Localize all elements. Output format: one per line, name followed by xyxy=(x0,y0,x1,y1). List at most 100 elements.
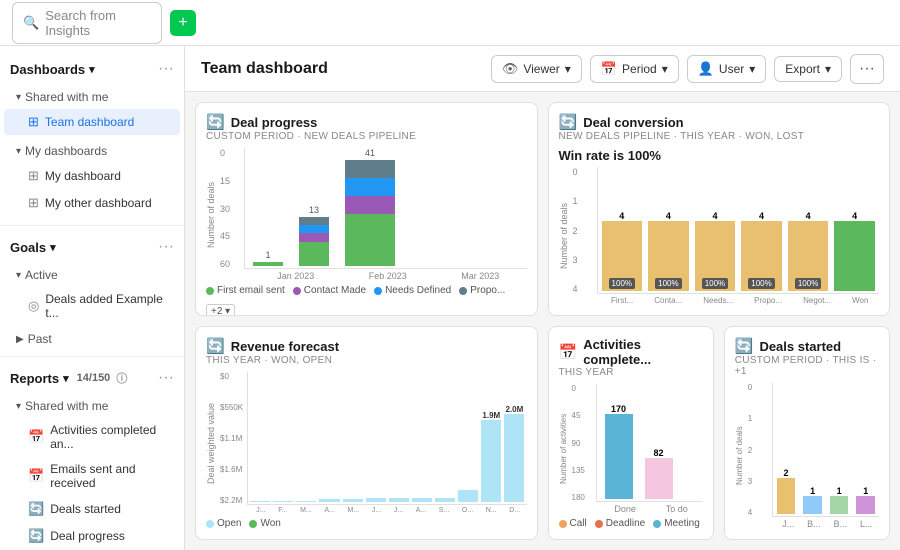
deal-conversion-header: 🔄 Deal conversion NEW DEALS PIPELINE · T… xyxy=(559,113,880,146)
goal-icon: ◎ xyxy=(28,298,39,314)
chevron-down-icon: ▾ xyxy=(825,62,831,76)
deals-started-icon: 🔄 xyxy=(735,337,754,355)
eye-icon: 👁 xyxy=(502,61,519,77)
legend-meeting: Meeting xyxy=(653,518,700,529)
legend-propo: Propo... xyxy=(459,285,505,296)
chevron-right-icon: ▶ xyxy=(16,334,24,345)
bottom-right-cards: 📅 Activities complete... THIS YEAR Numbe… xyxy=(548,326,891,540)
revenue-chart-row: $2.2M $1.6M $1.1M $550K $0 xyxy=(220,372,527,505)
sidebar-divider-1 xyxy=(0,225,184,226)
deals-started-title: Deals started xyxy=(759,339,841,354)
bar-feb: 13 xyxy=(299,205,329,266)
shared-with-me-label[interactable]: ▾ Shared with me xyxy=(0,86,184,108)
activities-header: 📅 Activities complete... THIS YEAR xyxy=(559,337,703,382)
content-area: Team dashboard 👁 Viewer ▾ 📅 Period ▾ 👤 U… xyxy=(185,46,900,550)
content-header: Team dashboard 👁 Viewer ▾ 📅 Period ▾ 👤 U… xyxy=(185,46,900,92)
deals-started-subtitle: CUSTOM PERIOD · THIS IS · +1 xyxy=(735,355,879,377)
deals-started-chart-row: 4 3 2 1 0 2 xyxy=(748,383,879,517)
page-title: Team dashboard xyxy=(201,60,328,78)
past-label[interactable]: ▶ Past xyxy=(0,328,184,350)
bar-mar: 41 xyxy=(345,148,395,266)
info-icon: ⓘ xyxy=(116,370,127,386)
chevron-down-icon: ▾ xyxy=(16,270,21,281)
shared-with-me-reports-label[interactable]: ▾ Shared with me xyxy=(0,395,184,417)
search-input-label: Search from Insights xyxy=(45,8,151,38)
sidebar-item-report-0[interactable]: 📅Activities completed an... xyxy=(4,418,180,456)
sidebar-item-deals-added[interactable]: ◎ Deals added Example t... xyxy=(4,287,180,325)
sidebar-item-my-other-dashboard[interactable]: ⊞ My other dashboard xyxy=(4,190,180,216)
chevron-down-icon: ▾ xyxy=(565,62,571,76)
activities-card: 📅 Activities complete... THIS YEAR Numbe… xyxy=(548,326,714,540)
activities-y-axis: 180 135 90 45 0 xyxy=(572,384,596,502)
deal-progress-icon: 🔄 xyxy=(206,113,225,131)
goals-section-header[interactable]: Goals ▾ ··· xyxy=(0,232,184,262)
revenue-forecast-icon: 🔄 xyxy=(206,337,225,355)
add-button[interactable]: + xyxy=(170,10,196,36)
deals-started-x-axis: J... B... B... L... xyxy=(748,519,879,529)
report-icon: 📅 xyxy=(28,429,44,445)
main-layout: Dashboards ▾ ··· ▾ Shared with me ⊞ Team… xyxy=(0,46,900,550)
reports-title: Reports ▾ 14/150 ⓘ xyxy=(10,370,127,386)
deal-conversion-icon: 🔄 xyxy=(559,113,578,131)
conv-bar-3: 4 100% xyxy=(695,211,736,291)
ds-bar-l: 1 xyxy=(856,486,875,514)
export-button[interactable]: Export ▾ xyxy=(774,56,842,82)
more-options-button[interactable]: ··· xyxy=(850,54,884,84)
period-button[interactable]: 📅 Period ▾ xyxy=(590,55,679,83)
report-icon: 📅 xyxy=(28,468,44,484)
sidebar-item-team-dashboard[interactable]: ⊞ Team dashboard xyxy=(4,109,180,135)
legend-call: Call xyxy=(559,518,587,529)
revenue-forecast-title: Revenue forecast xyxy=(231,339,339,354)
deal-conversion-card: 🔄 Deal conversion NEW DEALS PIPELINE · T… xyxy=(548,102,891,316)
activities-icon: 📅 xyxy=(559,343,578,361)
legend-contact-made: Contact Made xyxy=(293,285,366,296)
user-button[interactable]: 👤 User ▾ xyxy=(687,55,767,83)
reports-menu-icon[interactable]: ··· xyxy=(158,369,174,387)
shared-with-me-group: ▾ Shared with me ⊞ Team dashboard xyxy=(0,84,184,138)
deal-progress-body: Number of deals 60 45 30 15 0 xyxy=(206,148,527,316)
sidebar-item-report-1[interactable]: 📅Emails sent and received xyxy=(4,457,180,495)
revenue-bar-n: 1.9M xyxy=(481,411,501,502)
legend-open: Open xyxy=(206,518,241,529)
deal-progress-card: 🔄 Deal progress CUSTOM PERIOD · NEW DEAL… xyxy=(195,102,538,316)
viewer-button[interactable]: 👁 Viewer ▾ xyxy=(491,55,582,83)
bar-todo: 82 xyxy=(645,448,673,499)
deal-progress-chart: 60 45 30 15 0 1 xyxy=(220,148,527,269)
search-box[interactable]: 🔍 Search from Insights xyxy=(12,2,162,44)
dashboard-grid: 🔄 Deal progress CUSTOM PERIOD · NEW DEAL… xyxy=(185,92,900,550)
dashboards-menu-icon[interactable]: ··· xyxy=(158,60,174,78)
activities-chart-row: 180 135 90 45 0 170 xyxy=(572,384,703,502)
revenue-bars: 1.9M 2.0M xyxy=(247,372,526,505)
active-label[interactable]: ▾ Active xyxy=(0,264,184,286)
report-icon: 🔄 xyxy=(28,528,44,544)
reports-section-header[interactable]: Reports ▾ 14/150 ⓘ ··· xyxy=(0,363,184,393)
bar-done: 170 xyxy=(605,404,633,499)
deals-started-header: 🔄 Deals started CUSTOM PERIOD · THIS IS … xyxy=(735,337,879,381)
legend-first-email: First email sent xyxy=(206,285,285,296)
legend-needs-defined: Needs Defined xyxy=(374,285,451,296)
calendar-icon: 📅 xyxy=(601,61,617,77)
user-icon: 👤 xyxy=(698,61,714,77)
activities-bars: 170 82 xyxy=(596,384,703,502)
ds-bar-b1: 1 xyxy=(803,486,822,514)
ds-bar-j: 2 xyxy=(777,468,796,514)
ds-bar-b2: 1 xyxy=(830,486,849,514)
revenue-bar-d: 2.0M xyxy=(504,405,524,502)
my-dashboards-label[interactable]: ▾ My dashboards xyxy=(0,140,184,162)
revenue-legend: Open Won xyxy=(206,518,527,529)
sidebar-item-report-2[interactable]: 🔄Deals started xyxy=(4,496,180,522)
report-icon: 🔄 xyxy=(28,501,44,517)
chevron-down-icon: ▾ xyxy=(16,401,21,412)
dashboards-section-header[interactable]: Dashboards ▾ ··· xyxy=(0,54,184,84)
deal-conversion-body: Win rate is 100% Number of deals 4 3 2 1… xyxy=(559,148,880,305)
deal-conversion-bars: 4 100% 4 100% xyxy=(597,167,880,294)
revenue-y-label: Deal weighted value xyxy=(206,372,216,514)
sidebar-item-report-3[interactable]: 🔄Deal progress xyxy=(4,523,180,549)
deal-progress-y-label: Number of deals xyxy=(206,148,216,281)
revenue-forecast-card: 🔄 Revenue forecast THIS YEAR · WON, OPEN… xyxy=(195,326,538,540)
sidebar-item-my-dashboard[interactable]: ⊞ My dashboard xyxy=(4,163,180,189)
goals-menu-icon[interactable]: ··· xyxy=(158,238,174,256)
deals-started-card: 🔄 Deals started CUSTOM PERIOD · THIS IS … xyxy=(724,326,890,540)
legend-more-button[interactable]: +2 ▾ xyxy=(206,304,235,316)
dashboard-icon: ⊞ xyxy=(28,195,39,211)
